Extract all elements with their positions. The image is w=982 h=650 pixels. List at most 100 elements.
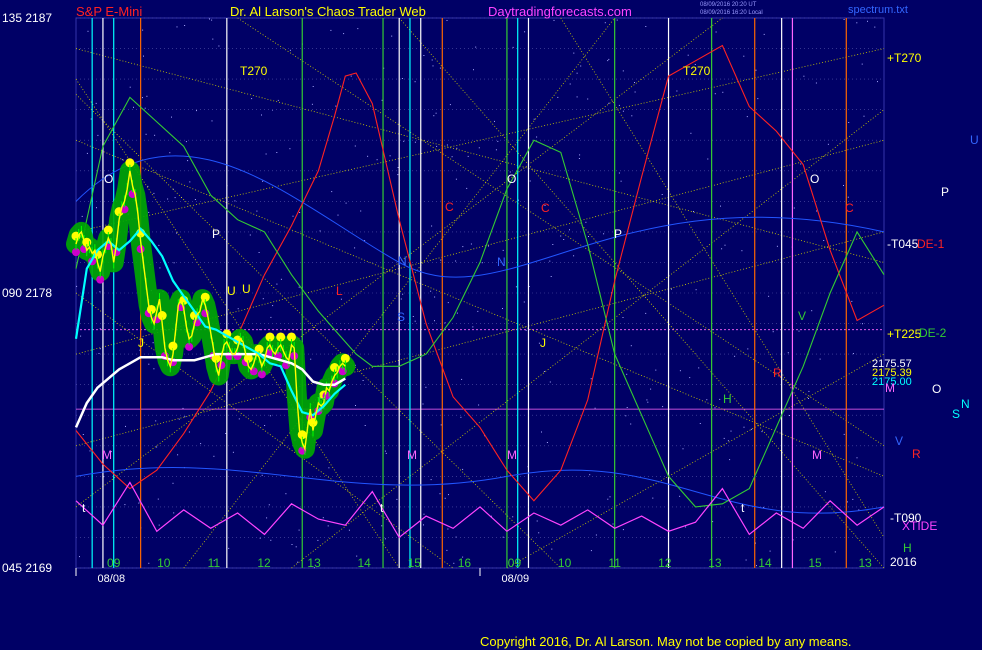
star-dot xyxy=(124,504,126,506)
star-dot xyxy=(650,388,652,390)
star-dot xyxy=(262,298,264,300)
hour-tick-label: 10 xyxy=(157,556,171,570)
star-dot xyxy=(699,423,701,424)
star-dot xyxy=(768,295,770,297)
star-dot xyxy=(187,160,189,162)
grid-letter: M xyxy=(407,448,417,462)
right-label: N xyxy=(961,397,970,411)
right-label: R xyxy=(912,447,921,461)
star-dot xyxy=(367,155,369,157)
star-dot xyxy=(444,322,446,324)
star-dot xyxy=(741,250,743,252)
right-label: DE-2 xyxy=(919,326,947,340)
star-dot xyxy=(218,45,220,47)
star-dot xyxy=(396,498,398,500)
star-dot xyxy=(743,426,745,428)
star-dot xyxy=(264,425,266,426)
star-dot xyxy=(297,561,299,563)
star-dot xyxy=(272,305,274,307)
grid-letter: O xyxy=(104,172,113,186)
hour-tick-label: 11 xyxy=(208,556,221,570)
star-dot xyxy=(712,521,714,523)
star-dot xyxy=(573,255,575,257)
star-dot xyxy=(447,528,449,530)
star-dot xyxy=(354,145,356,147)
star-dot xyxy=(156,446,158,448)
star-dot xyxy=(319,230,321,232)
star-dot xyxy=(87,30,89,32)
star-dot xyxy=(756,565,757,567)
star-dot xyxy=(79,556,80,558)
star-dot xyxy=(557,96,559,98)
star-dot xyxy=(747,348,749,350)
star-dot xyxy=(863,115,865,117)
star-dot xyxy=(261,474,263,476)
star-dot xyxy=(538,532,540,534)
star-dot xyxy=(158,524,160,526)
star-dot xyxy=(98,353,100,354)
star-dot xyxy=(616,19,618,21)
star-dot xyxy=(397,167,399,168)
star-dot xyxy=(337,214,339,216)
star-dot xyxy=(729,459,731,461)
star-dot xyxy=(618,104,620,106)
star-dot xyxy=(580,65,582,67)
star-dot xyxy=(289,148,291,150)
star-dot xyxy=(834,551,836,553)
right-label: U xyxy=(970,133,979,147)
grid-letter: M xyxy=(812,448,822,462)
star-dot xyxy=(138,502,140,504)
star-dot xyxy=(434,320,435,322)
star-dot xyxy=(97,134,99,136)
right-label: V xyxy=(895,434,903,448)
star-dot xyxy=(608,102,610,104)
star-dot xyxy=(184,25,186,26)
star-dot xyxy=(81,215,83,217)
star-dot xyxy=(328,467,330,469)
star-dot xyxy=(268,504,270,506)
star-dot xyxy=(745,559,747,561)
star-dot xyxy=(439,67,441,69)
star-dot xyxy=(551,548,553,550)
star-dot xyxy=(578,158,580,159)
site-url[interactable]: Daytradingforecasts.com xyxy=(488,4,632,19)
star-dot xyxy=(277,99,279,101)
star-dot xyxy=(194,199,196,200)
star-dot xyxy=(430,479,432,481)
star-dot xyxy=(847,196,849,198)
star-dot xyxy=(188,431,190,433)
star-dot xyxy=(159,267,161,269)
star-dot xyxy=(196,110,197,112)
star-dot xyxy=(291,544,293,545)
star-dot xyxy=(546,442,548,443)
grid-letter: C xyxy=(541,201,550,215)
hour-tick-label: 09 xyxy=(107,556,121,570)
grid-letter: L xyxy=(336,284,343,298)
star-dot xyxy=(607,60,609,62)
star-dot xyxy=(90,118,92,120)
grid-letter: P xyxy=(212,227,220,241)
y-axis-label: 045 2169 xyxy=(2,561,52,575)
star-dot xyxy=(440,259,442,261)
hour-tick-label: 15 xyxy=(408,556,422,570)
star-dot xyxy=(634,91,636,93)
star-dot xyxy=(152,342,154,344)
star-dot xyxy=(823,240,825,241)
star-dot xyxy=(851,300,853,302)
star-dot xyxy=(671,288,672,290)
right-label: +T270 xyxy=(887,51,922,65)
star-dot xyxy=(456,147,458,149)
star-dot xyxy=(746,116,748,118)
star-dot xyxy=(331,191,333,193)
star-dot xyxy=(695,289,697,291)
right-label: M xyxy=(885,381,895,395)
star-dot xyxy=(608,58,610,60)
star-dot xyxy=(634,82,635,83)
star-dot xyxy=(609,496,611,498)
star-dot xyxy=(472,326,474,328)
right-label: H xyxy=(903,541,912,555)
right-label: O xyxy=(932,382,941,396)
hour-tick-label: 13 xyxy=(858,556,872,570)
star-dot xyxy=(512,46,514,48)
star-dot xyxy=(99,348,101,350)
